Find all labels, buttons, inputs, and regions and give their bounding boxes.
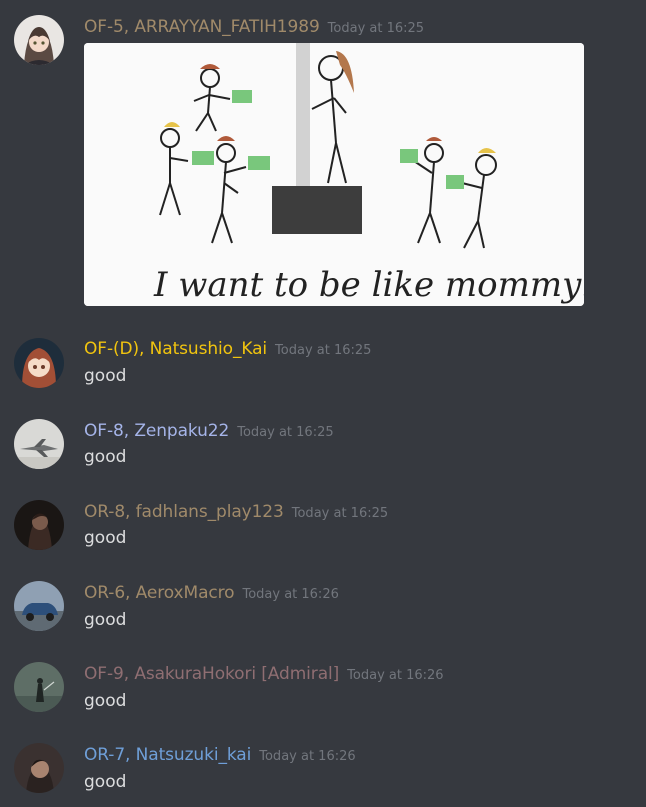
user-avatar-icon <box>14 419 64 469</box>
username[interactable]: OR-7, Natsuzuki_kai <box>84 745 251 765</box>
avatar[interactable] <box>14 419 64 469</box>
avatar[interactable] <box>14 500 64 550</box>
username[interactable]: OF-(D), Natsushio_Kai <box>84 339 267 359</box>
user-avatar-icon <box>14 743 64 793</box>
user-avatar-icon <box>14 662 64 712</box>
message-text: good <box>84 528 127 548</box>
timestamp: Today at 16:25 <box>237 425 334 440</box>
timestamp: Today at 16:25 <box>291 506 389 521</box>
avatar[interactable] <box>14 662 64 712</box>
user-avatar-icon <box>14 15 64 65</box>
message-text: good <box>84 610 127 630</box>
username[interactable]: OF-8, Zenpaku22 <box>84 421 229 441</box>
avatar[interactable] <box>14 15 64 65</box>
user-avatar-icon <box>14 581 64 631</box>
timestamp: Today at 16:26 <box>347 668 444 683</box>
drawing-caption: I want to be like mommy! <box>153 265 584 305</box>
avatar[interactable] <box>14 743 64 793</box>
message-text: good <box>84 366 127 386</box>
timestamp: Today at 16:25 <box>275 343 372 358</box>
timestamp: Today at 16:26 <box>242 587 339 602</box>
username[interactable]: OR-8, fadhlans_play123 <box>84 502 284 522</box>
message-text: good <box>84 772 127 792</box>
message-text: good <box>84 691 127 711</box>
image-attachment[interactable]: I want to be like mommy! <box>84 43 584 306</box>
stick-figure-drawing-icon: I want to be like mommy! <box>84 43 584 306</box>
avatar[interactable] <box>14 338 64 388</box>
message-text: good <box>84 447 127 467</box>
avatar[interactable] <box>14 581 64 631</box>
user-avatar-icon <box>14 500 64 550</box>
timestamp: Today at 16:26 <box>259 749 356 764</box>
username[interactable]: OR-6, AeroxMacro <box>84 583 235 603</box>
user-avatar-icon <box>14 338 64 388</box>
username[interactable]: OF-9, AsakuraHokori [Admiral] <box>84 664 339 684</box>
username[interactable]: OF-5, ARRAYYAN_FATIH1989 <box>84 17 320 37</box>
timestamp: Today at 16:25 <box>327 21 425 36</box>
